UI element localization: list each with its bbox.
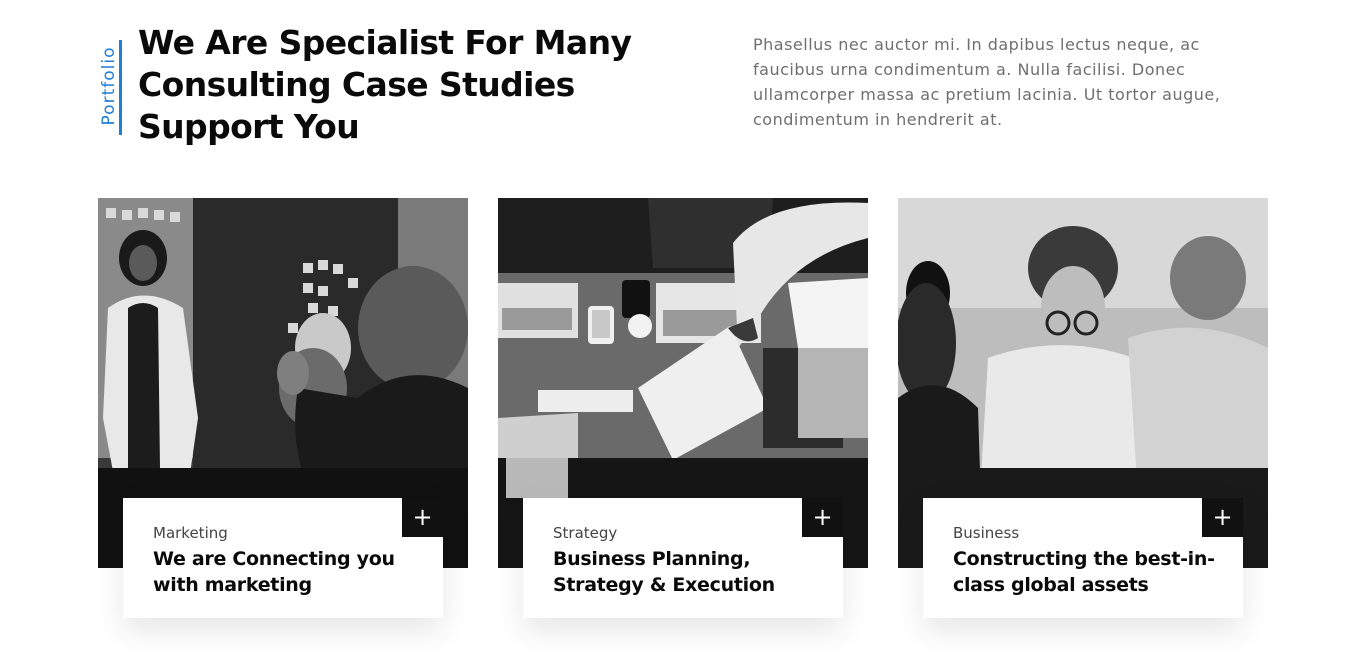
plus-icon[interactable]: + [1202,498,1243,537]
card-title[interactable]: Business Planning, Strategy & Execution [553,546,823,598]
card-title[interactable]: Constructing the best-in-class global as… [953,546,1223,598]
section-tag: Portfolio [92,40,122,135]
card-category: Strategy [553,524,618,542]
portfolio-card-strategy[interactable]: Strategy Business Planning, Strategy & E… [498,198,868,618]
plus-icon[interactable]: + [802,498,843,537]
card-category: Marketing [153,524,228,542]
portfolio-card-marketing[interactable]: Marketing We are Connecting you with mar… [98,198,468,618]
card-caption[interactable]: Business Constructing the best-in-class … [923,498,1243,618]
plus-icon[interactable]: + [402,498,443,537]
section-intro: Phasellus nec auctor mi. In dapibus lect… [753,35,1221,129]
section-tag-text: Portfolio [99,46,119,126]
card-caption[interactable]: Strategy Business Planning, Strategy & E… [523,498,843,618]
accent-bar [119,40,122,135]
card-category: Business [953,524,1020,542]
section-headline: We Are Specialist For Many Consulting Ca… [138,23,632,146]
card-title[interactable]: We are Connecting you with marketing [153,546,423,598]
portfolio-card-business[interactable]: Business Constructing the best-in-class … [898,198,1268,618]
card-caption[interactable]: Marketing We are Connecting you with mar… [123,498,443,618]
